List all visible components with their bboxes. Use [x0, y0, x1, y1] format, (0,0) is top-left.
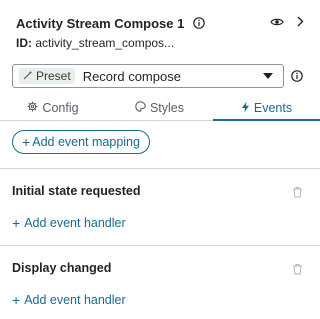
id-label: ID: — [16, 36, 32, 50]
plus-icon: + — [22, 134, 31, 150]
add-event-handler-label: Add event handler — [24, 293, 126, 307]
section-title-display-changed: Display changed — [12, 261, 112, 275]
chevron-right-icon[interactable] — [296, 14, 304, 32]
add-event-mapping-label: Add event mapping — [32, 135, 140, 149]
add-event-handler-label: Add event handler — [24, 216, 126, 230]
preset-tag-label: Preset — [36, 69, 71, 83]
plus-icon: + — [12, 215, 21, 231]
tab-styles[interactable]: Styles — [106, 96, 213, 120]
header-actions — [270, 14, 304, 32]
divider — [0, 245, 320, 246]
plus-icon: + — [12, 292, 21, 308]
preset-select[interactable]: Preset Record compose — [12, 64, 284, 88]
title-row: Activity Stream Compose 1 — [16, 14, 206, 32]
add-event-handler-button[interactable]: + Add event handler — [12, 215, 126, 231]
caret-down-icon[interactable] — [263, 73, 273, 79]
gear-icon — [27, 101, 38, 115]
eye-icon[interactable] — [270, 14, 284, 32]
add-event-handler-button[interactable]: + Add event handler — [12, 292, 126, 308]
preset-info-icon[interactable] — [290, 69, 304, 83]
lightning-icon — [241, 101, 250, 116]
info-icon[interactable] — [192, 16, 206, 30]
palette-icon — [135, 101, 146, 115]
tab-events-label: Events — [253, 101, 293, 115]
tab-config[interactable]: Config — [0, 96, 106, 120]
wand-icon — [23, 69, 33, 83]
active-tab-indicator — [213, 119, 320, 121]
tab-events[interactable]: Events — [213, 96, 320, 120]
component-title: Activity Stream Compose 1 — [16, 15, 185, 31]
tab-styles-label: Styles — [149, 101, 185, 115]
tab-bar: Config Styles Events — [0, 96, 320, 121]
divider — [0, 168, 320, 169]
component-id: ID: activity_stream_compos... — [16, 36, 174, 50]
tab-config-label: Config — [42, 101, 79, 115]
trash-icon[interactable] — [292, 185, 303, 198]
preset-value: Record compose — [82, 68, 181, 84]
add-event-mapping-button[interactable]: + Add event mapping — [12, 130, 150, 154]
trash-icon[interactable] — [292, 262, 303, 275]
panel-header: Activity Stream Compose 1 ID: activity_s… — [16, 14, 304, 54]
section-title-initial-state: Initial state requested — [12, 184, 141, 198]
preset-tag: Preset — [19, 68, 75, 84]
id-value: activity_stream_compos... — [35, 36, 175, 50]
